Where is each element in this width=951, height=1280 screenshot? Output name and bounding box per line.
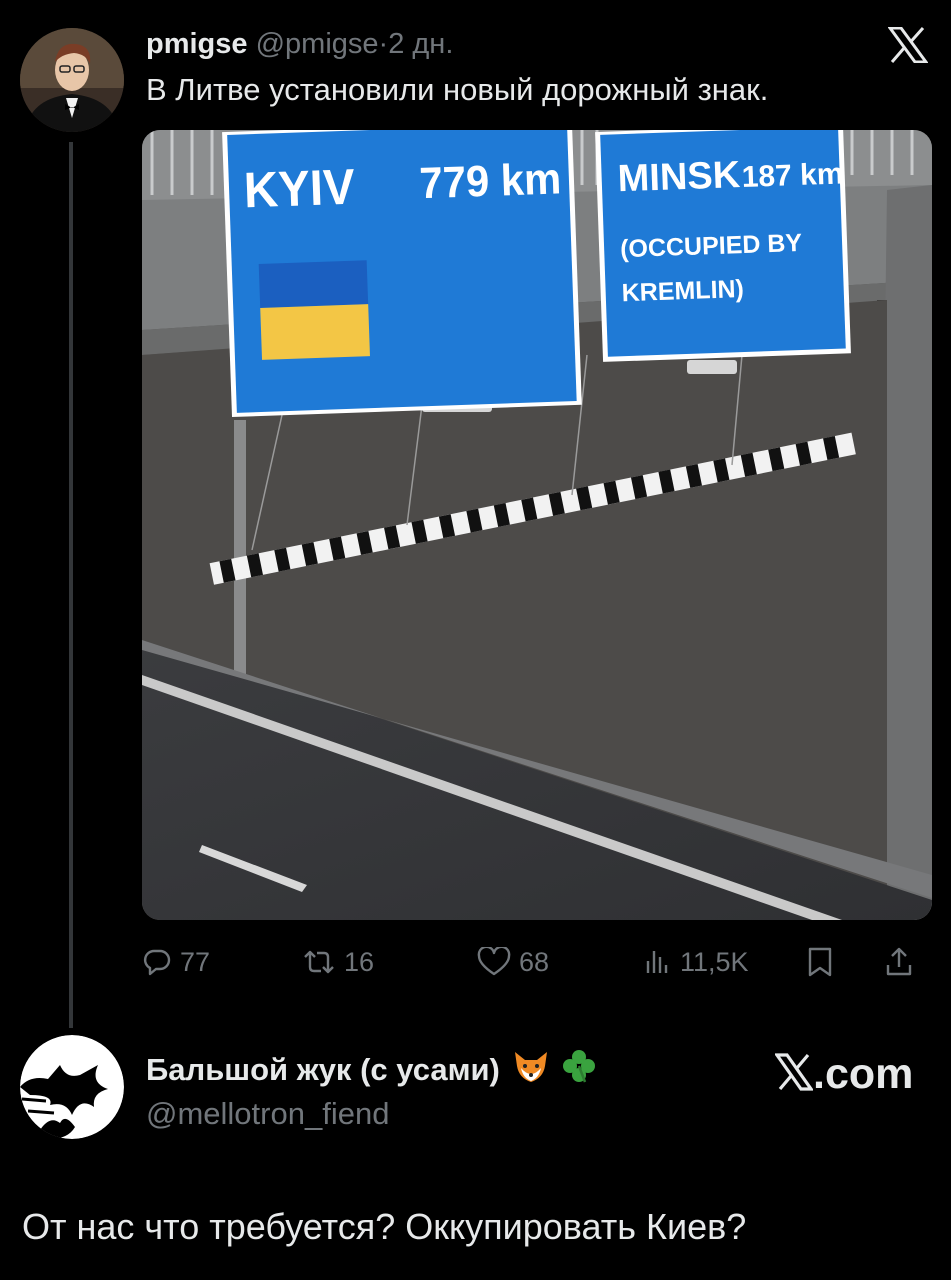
share-icon — [884, 946, 914, 978]
sign-kyiv-distance: 779 km — [419, 154, 562, 208]
reply-text: От нас что требуется? Оккупировать Киев? — [22, 1206, 747, 1247]
sign-minsk-note-2: KREMLIN) — [621, 275, 744, 307]
flag-blue-stripe — [258, 260, 369, 308]
views-icon — [642, 947, 672, 977]
like-icon — [477, 947, 511, 977]
repost-count: 16 — [344, 946, 375, 977]
bookmark-icon — [807, 946, 833, 978]
views-button[interactable]: 11,5K — [642, 940, 749, 984]
views-count: 11,5K — [680, 946, 749, 977]
x-com-logo-icon — [773, 1052, 815, 1096]
reply-author-name[interactable]: Бальшой жук (с усами) — [146, 1052, 500, 1087]
tweet-action-bar: 77 16 68 11,5K — [142, 940, 942, 984]
like-count: 68 — [519, 946, 550, 977]
reply-author-avatar[interactable] — [20, 1035, 124, 1139]
author-handle[interactable]: @pmigse — [256, 28, 379, 60]
sign-minsk-distance: 187 km — [741, 157, 844, 194]
repost-icon — [302, 947, 336, 977]
fox-emoji-icon — [513, 1050, 549, 1094]
xcom-brand[interactable]: .com — [773, 1050, 914, 1098]
clover-emoji-icon — [561, 1048, 597, 1094]
sign-kyiv-city: KYIV — [243, 159, 356, 218]
reply-button[interactable]: 77 — [142, 940, 210, 984]
reply-author-name-row: Бальшой жук (с усами) — [146, 1048, 597, 1094]
bookmark-button[interactable] — [807, 940, 833, 984]
repost-button[interactable]: 16 — [302, 940, 374, 984]
separator: · — [378, 28, 389, 60]
tweet-header: pmigse @pmigse·2 дн. — [146, 26, 453, 62]
sign-minsk-city: MINSK — [617, 154, 741, 200]
xcom-text: .com — [813, 1050, 914, 1098]
avatar-image — [20, 28, 124, 132]
reply-avatar-image — [20, 1035, 124, 1139]
tweet-time[interactable]: 2 дн. — [388, 28, 453, 60]
x-logo-icon — [887, 26, 929, 64]
author-avatar[interactable] — [20, 28, 124, 132]
tweet-media-photo[interactable]: KYIV 779 km MINSK 187 km (OCCUPIED BY KR… — [142, 130, 932, 920]
reply-icon — [142, 947, 172, 977]
road-sign-photo: KYIV 779 km MINSK 187 km (OCCUPIED BY KR… — [142, 130, 932, 920]
flag-yellow-stripe — [260, 304, 370, 360]
reply-author-handle[interactable]: @mellotron_fiend — [146, 1094, 389, 1134]
like-button[interactable]: 68 — [477, 940, 549, 984]
reply-count: 77 — [180, 946, 211, 977]
author-name[interactable]: pmigse — [146, 28, 248, 60]
tweet-text: В Литве установили новый дорожный знак. — [146, 72, 769, 107]
share-button[interactable] — [884, 940, 914, 984]
thread-line — [69, 142, 73, 1028]
